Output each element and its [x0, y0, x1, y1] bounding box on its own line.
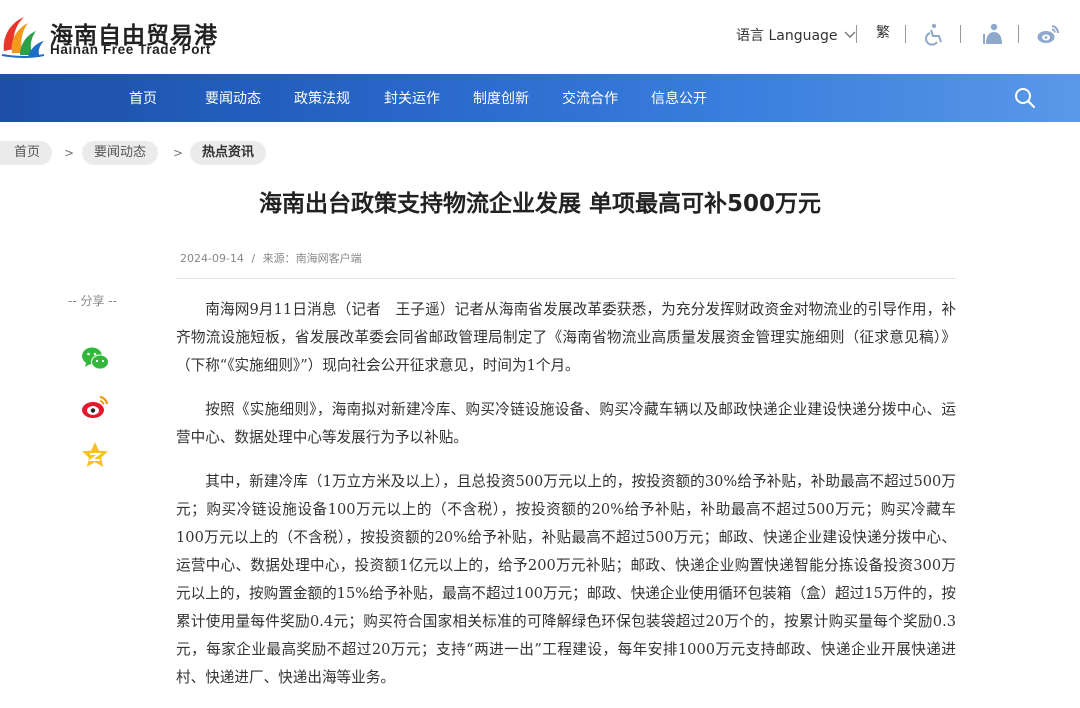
- breadcrumb-news[interactable]: 要闻动态: [82, 141, 159, 165]
- article-meta: 2024-09-14 / 来源：南海网客户端: [180, 250, 362, 266]
- meta-divider: [176, 278, 956, 279]
- top-header: 海南自由贸易港 Hainan Free Trade Port 语言 Langua…: [0, 0, 1080, 74]
- language-selector[interactable]: 语言 Language: [736, 22, 856, 48]
- article-paragraph: 其中，新建冷库（1万立方米及以上），且总投资500万元以上的，按投资额的30%给…: [176, 473, 956, 686]
- article-title: 海南出台政策支持物流企业发展 单项最高可补500万元: [258, 191, 822, 217]
- traditional-chinese-toggle[interactable]: 繁: [876, 22, 890, 48]
- article-date: 2024-09-14: [180, 252, 244, 265]
- breadcrumb-separator: >: [173, 146, 184, 160]
- breadcrumb-hot-news[interactable]: 热点资讯: [190, 141, 267, 165]
- divider: [960, 25, 961, 43]
- article-source: 来源：南海网客户端: [262, 252, 362, 265]
- divider: [1018, 25, 1019, 43]
- nav-item-news[interactable]: 要闻动态: [205, 88, 261, 108]
- divider: [856, 25, 857, 43]
- article-paragraph: 南海网9月11日消息（记者 王子遥）记者从海南省发展改革委获悉，为充分发挥财政资…: [176, 301, 956, 374]
- logo-mark-icon: [1, 17, 45, 58]
- search-icon[interactable]: [1013, 86, 1037, 110]
- breadcrumb-separator: >: [64, 146, 75, 160]
- divider: [905, 25, 906, 43]
- article-body: 南海网9月11日消息（记者 王子遥）记者从海南省发展改革委获悉，为充分发挥财政资…: [176, 296, 956, 708]
- article-paragraph: 按照《实施细则》，海南拟对新建冷库、购买冷链设施设备、购买冷藏车辆以及邮政快递企…: [176, 401, 956, 446]
- weibo-icon[interactable]: [80, 392, 110, 422]
- wechat-icon[interactable]: [80, 344, 110, 374]
- nav-item-exchange-cooperation[interactable]: 交流合作: [562, 88, 618, 108]
- breadcrumb-home[interactable]: 首页: [0, 141, 53, 165]
- elderly-mode-icon[interactable]: [980, 22, 1004, 46]
- nav-item-policies[interactable]: 政策法规: [294, 88, 350, 108]
- weibo-icon[interactable]: [1036, 22, 1060, 46]
- language-label: 语言 Language: [736, 28, 838, 44]
- chevron-down-icon: [844, 31, 856, 38]
- accessibility-icon[interactable]: [922, 22, 946, 46]
- main-navigation: 首页 要闻动态 政策法规 封关运作 制度创新 交流合作 信息公开: [0, 74, 1080, 122]
- share-label: -- 分享 --: [68, 294, 117, 308]
- nav-item-information-disclosure[interactable]: 信息公开: [651, 88, 707, 108]
- nav-item-home[interactable]: 首页: [129, 88, 157, 108]
- logo-english-text: Hainan Free Trade Port: [50, 42, 211, 57]
- nav-item-customs-closure[interactable]: 封关运作: [384, 88, 440, 108]
- qzone-icon[interactable]: [80, 440, 110, 470]
- nav-item-institutional-innovation[interactable]: 制度创新: [473, 88, 529, 108]
- site-logo[interactable]: 海南自由贸易港 Hainan Free Trade Port: [0, 11, 250, 63]
- meta-separator: /: [251, 252, 256, 265]
